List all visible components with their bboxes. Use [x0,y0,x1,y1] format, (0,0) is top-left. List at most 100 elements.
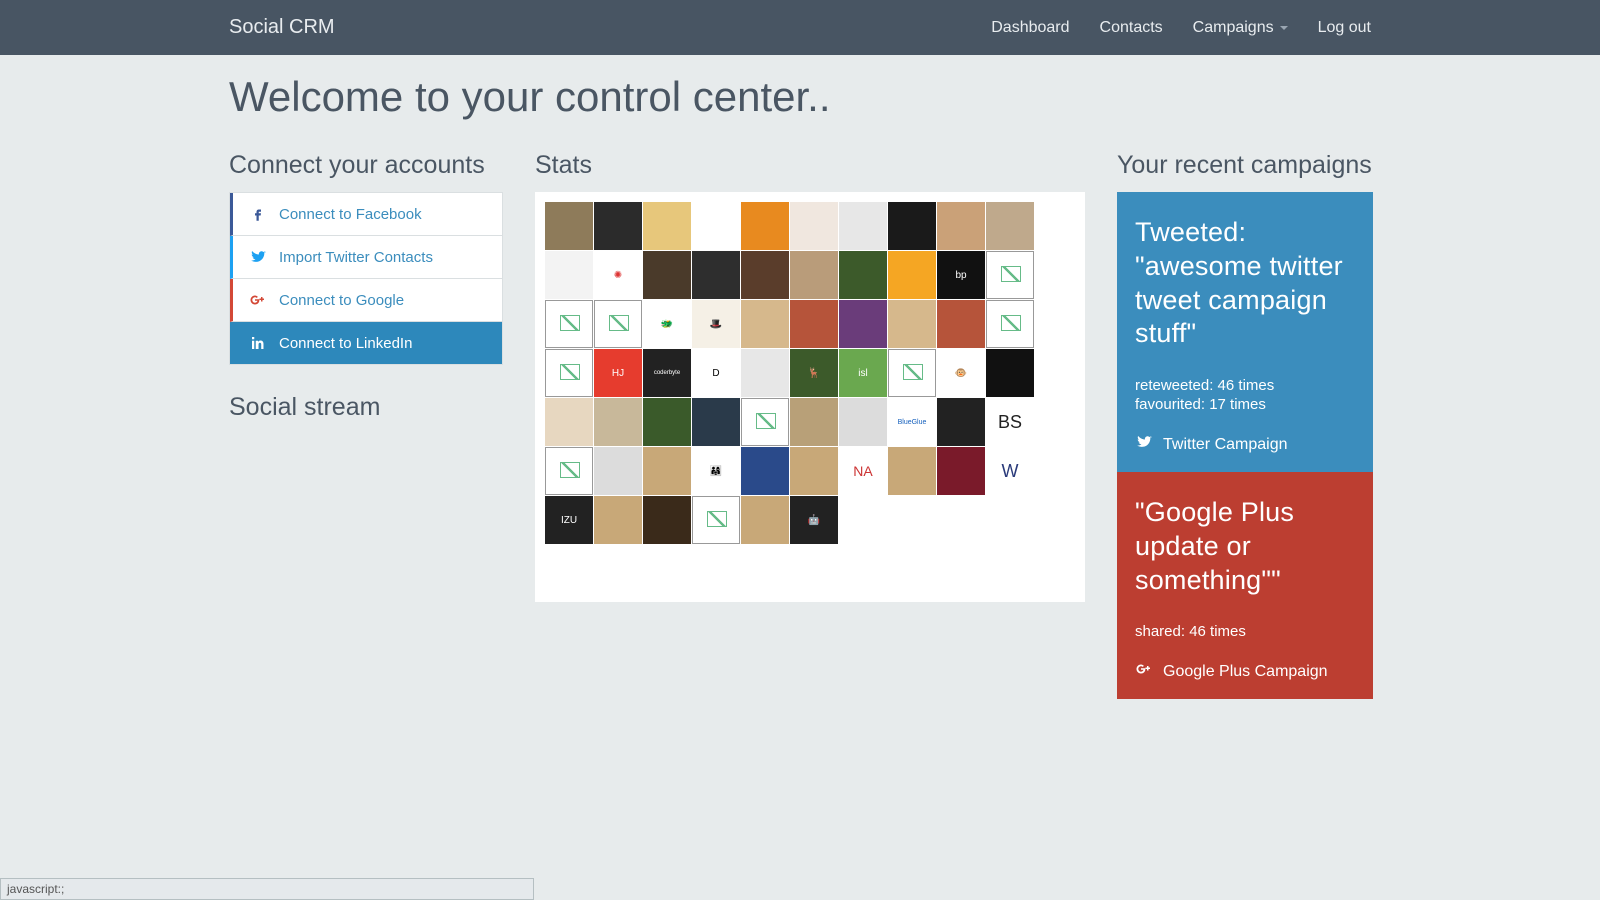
avatar[interactable]: D [692,349,740,397]
avatar[interactable] [839,202,887,250]
avatar[interactable] [986,300,1034,348]
avatar[interactable] [741,349,789,397]
navbar: Social CRM Dashboard Contacts Campaigns … [0,0,1600,55]
connect-google[interactable]: Connect to Google [230,279,502,322]
brand[interactable]: Social CRM [229,16,335,39]
avatar[interactable]: BS [986,398,1034,446]
twitter-icon [1135,433,1153,456]
connect-list: Connect to Facebook Import Twitter Conta… [229,192,503,365]
linkedin-icon [249,334,267,352]
avatar[interactable] [839,300,887,348]
avatar[interactable] [692,202,740,250]
avatar[interactable] [643,496,691,544]
avatar[interactable] [790,202,838,250]
avatar[interactable] [741,447,789,495]
avatar[interactable] [545,349,593,397]
avatar[interactable]: 🤖 [790,496,838,544]
avatar[interactable]: W [986,447,1034,495]
avatar[interactable] [692,251,740,299]
avatar[interactable]: ✺ [594,251,642,299]
avatar[interactable] [741,202,789,250]
page-title: Welcome to your control center.. [229,73,1371,121]
avatar[interactable]: HJ [594,349,642,397]
nav-logout[interactable]: Log out [1318,19,1371,37]
avatar[interactable]: isl [839,349,887,397]
avatar[interactable] [594,398,642,446]
connect-twitter-label: Import Twitter Contacts [279,249,433,266]
avatar[interactable] [594,202,642,250]
google-plus-icon [1135,660,1153,683]
stream-heading: Social stream [229,393,503,422]
avatar[interactable] [545,398,593,446]
campaign-card-twitter[interactable]: Tweeted: "awesome twitter tweet campaign… [1117,192,1373,472]
avatar[interactable] [937,447,985,495]
avatar[interactable] [545,202,593,250]
chevron-down-icon [1280,26,1288,30]
campaign-twitter-footer: Twitter Campaign [1135,433,1355,456]
avatar[interactable] [986,202,1034,250]
campaigns-heading: Your recent campaigns [1117,151,1373,180]
connect-google-label: Connect to Google [279,292,404,309]
avatar[interactable] [790,300,838,348]
nav-links: Dashboard Contacts Campaigns Log out [991,19,1371,37]
avatar[interactable] [741,398,789,446]
nav-contacts[interactable]: Contacts [1100,19,1163,37]
avatar[interactable] [839,251,887,299]
avatar[interactable]: IZU [545,496,593,544]
avatar[interactable]: 🐵 [937,349,985,397]
avatar[interactable] [888,349,936,397]
avatar[interactable] [643,398,691,446]
avatar[interactable] [741,496,789,544]
avatar[interactable] [594,300,642,348]
avatar[interactable] [545,447,593,495]
avatar[interactable] [741,300,789,348]
campaign-twitter-retweets: reteweeted: 46 times [1135,377,1355,394]
campaign-card-google[interactable]: "Google Plus update or something"" share… [1117,472,1373,699]
avatar[interactable] [545,300,593,348]
avatar[interactable]: bp [937,251,985,299]
avatar[interactable]: 🎩 [692,300,740,348]
connect-facebook[interactable]: Connect to Facebook [230,193,502,236]
avatar[interactable] [937,398,985,446]
avatar[interactable] [643,447,691,495]
campaign-google-shared: shared: 46 times [1135,623,1355,640]
avatar[interactable] [888,251,936,299]
avatar[interactable]: BlueGlue [888,398,936,446]
campaign-google-footer-label: Google Plus Campaign [1163,663,1328,681]
avatar[interactable] [790,447,838,495]
avatar[interactable] [839,398,887,446]
avatar[interactable] [937,202,985,250]
avatar[interactable]: NA [839,447,887,495]
avatar[interactable] [937,300,985,348]
avatar[interactable] [888,447,936,495]
connect-linkedin[interactable]: Connect to LinkedIn [230,322,502,364]
avatar[interactable] [986,349,1034,397]
avatar[interactable] [594,447,642,495]
connect-twitter[interactable]: Import Twitter Contacts [230,236,502,279]
avatar[interactable] [741,251,789,299]
avatar[interactable] [545,251,593,299]
campaign-twitter-headline: Tweeted: "awesome twitter tweet campaign… [1135,216,1355,351]
stats-box: ✺ bp 🐲🎩 HJcoderbyteD 🦌isl 🐵BlueGlue BS 👨‍👩‍👧 NA W… [535,192,1085,602]
avatar[interactable]: 👨‍👩‍👧 [692,447,740,495]
avatar[interactable] [692,398,740,446]
avatar[interactable] [643,202,691,250]
avatar[interactable] [888,202,936,250]
avatar[interactable] [692,496,740,544]
campaign-google-footer: Google Plus Campaign [1135,660,1355,683]
avatar[interactable]: 🐲 [643,300,691,348]
connect-linkedin-label: Connect to LinkedIn [279,335,412,352]
nav-dashboard[interactable]: Dashboard [991,19,1069,37]
avatar[interactable] [986,251,1034,299]
avatar[interactable]: 🦌 [790,349,838,397]
avatar[interactable] [790,398,838,446]
avatar[interactable]: coderbyte [643,349,691,397]
nav-campaigns[interactable]: Campaigns [1193,19,1288,37]
avatar[interactable] [888,300,936,348]
status-bar: javascript:; [0,878,534,900]
avatar[interactable] [790,251,838,299]
campaign-google-headline: "Google Plus update or something"" [1135,496,1355,597]
avatar-grid: ✺ bp 🐲🎩 HJcoderbyteD 🦌isl 🐵BlueGlue BS 👨‍👩‍👧 NA W… [545,202,1075,544]
avatar[interactable] [594,496,642,544]
avatar[interactable] [643,251,691,299]
